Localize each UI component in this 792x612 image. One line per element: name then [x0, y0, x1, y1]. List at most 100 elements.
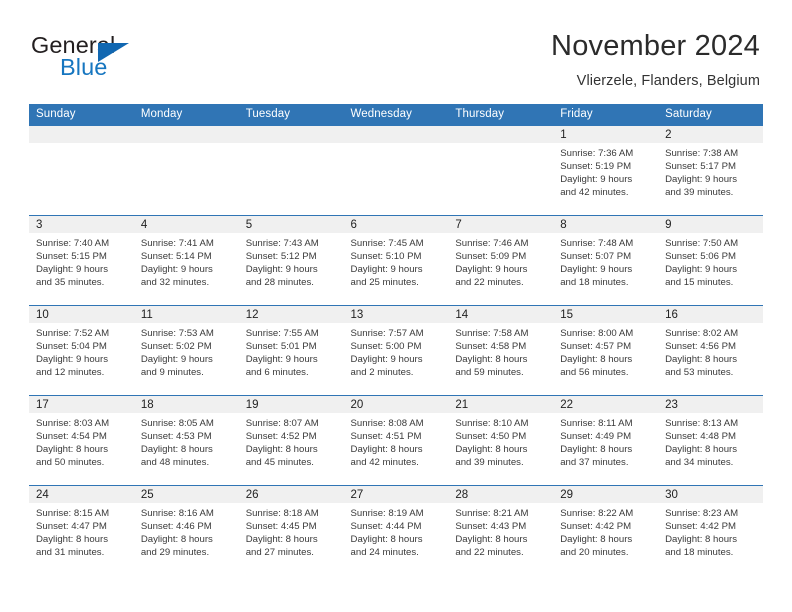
calendar-day-cell[interactable]: 20 Sunrise: 8:08 AM Sunset: 4:51 PM Dayligh… [343, 395, 449, 486]
day-cell-details: Sunrise: 8:08 AM Sunset: 4:51 PM Daylight:… [344, 413, 449, 469]
daylight-text-cont: and 42 minutes. [560, 187, 629, 199]
daylight-text: Daylight: 9 hours [140, 264, 213, 276]
calendar-day-cell[interactable]: 12 Sunrise: 7:55 AM Sunset: 5:01 PM Dayligh… [238, 305, 344, 396]
daylight-text-cont: and 15 minutes. [665, 277, 734, 289]
weekday-header-saturday: Saturday [658, 104, 763, 126]
calendar-day-cell[interactable]: 18 Sunrise: 8:05 AM Sunset: 4:53 PM Dayligh… [133, 395, 239, 486]
calendar-day-cell[interactable]: 7 Sunrise: 7:46 AM Sunset: 5:09 PM Daylight… [448, 215, 554, 306]
day-number: 30 [658, 486, 763, 503]
calendar-day-cell[interactable]: 13 Sunrise: 7:57 AM Sunset: 5:00 PM Dayligh… [343, 305, 449, 396]
sunset-text: Sunset: 5:15 PM [36, 251, 107, 263]
title-block: November 2024 Vlierzele, Flanders, Belgi… [551, 30, 760, 89]
day-cell-details: Sunrise: 8:05 AM Sunset: 4:53 PM Daylight:… [134, 413, 239, 469]
daylight-text: Daylight: 8 hours [560, 534, 633, 546]
daylight-text-cont: and 48 minutes. [140, 457, 210, 469]
calendar-empty-cell [448, 125, 554, 216]
calendar-day-cell[interactable]: 5 Sunrise: 7:43 AM Sunset: 5:12 PM Daylight… [238, 215, 344, 306]
brand-logo[interactable]: General Blue [31, 33, 261, 90]
day-cell-inner: 29 Sunrise: 8:22 AM Sunset: 4:42 PM Dayligh… [553, 486, 659, 575]
day-cell-inner: 2 Sunrise: 7:38 AM Sunset: 5:17 PM Daylight… [658, 126, 763, 215]
calendar-day-cell[interactable]: 28 Sunrise: 8:21 AM Sunset: 4:43 PM Dayligh… [448, 485, 554, 575]
calendar-day-cell[interactable]: 1 Sunrise: 7:36 AM Sunset: 5:19 PM Daylight… [553, 125, 659, 216]
calendar-day-cell[interactable]: 27 Sunrise: 8:19 AM Sunset: 4:44 PM Dayligh… [343, 485, 449, 575]
sunset-text: Sunset: 5:06 PM [665, 251, 736, 263]
calendar-week-row: 24 Sunrise: 8:15 AM Sunset: 4:47 PM Dayligh… [29, 485, 763, 575]
day-number: 17 [29, 396, 134, 413]
day-number: 29 [553, 486, 659, 503]
sunset-text: Sunset: 4:54 PM [36, 431, 107, 443]
calendar-day-cell[interactable]: 11 Sunrise: 7:53 AM Sunset: 5:02 PM Dayligh… [133, 305, 239, 396]
sunset-text: Sunset: 5:19 PM [560, 161, 632, 173]
day-cell-inner: 11 Sunrise: 7:53 AM Sunset: 5:02 PM Dayligh… [133, 306, 239, 395]
sunrise-text: Sunrise: 8:19 AM [350, 508, 424, 519]
sunrise-text: Sunrise: 7:57 AM [350, 328, 424, 339]
day-cell-inner: 9 Sunrise: 7:50 AM Sunset: 5:06 PM Daylight… [658, 216, 763, 305]
day-number: 5 [238, 216, 344, 233]
calendar-day-cell[interactable]: 17 Sunrise: 8:03 AM Sunset: 4:54 PM Dayligh… [29, 395, 134, 486]
daylight-text: Daylight: 8 hours [350, 534, 423, 546]
calendar-day-cell[interactable]: 24 Sunrise: 8:15 AM Sunset: 4:47 PM Dayligh… [29, 485, 134, 575]
day-number [343, 126, 449, 143]
sunrise-text: Sunrise: 8:03 AM [36, 418, 110, 429]
sunset-text: Sunset: 4:58 PM [455, 341, 527, 353]
day-number: 20 [343, 396, 449, 413]
calendar-day-cell[interactable]: 26 Sunrise: 8:18 AM Sunset: 4:45 PM Dayligh… [238, 485, 344, 575]
day-cell-details: Sunrise: 8:15 AM Sunset: 4:47 PM Daylight:… [29, 503, 134, 559]
calendar-day-cell[interactable]: 15 Sunrise: 8:00 AM Sunset: 4:57 PM Dayligh… [553, 305, 659, 396]
daylight-text-cont: and 59 minutes. [455, 367, 524, 379]
sunset-text: Sunset: 4:46 PM [140, 521, 212, 533]
calendar-day-cell[interactable]: 9 Sunrise: 7:50 AM Sunset: 5:06 PM Daylight… [658, 215, 763, 306]
calendar-day-cell[interactable]: 10 Sunrise: 7:52 AM Sunset: 5:04 PM Dayligh… [29, 305, 134, 396]
day-cell-inner: 17 Sunrise: 8:03 AM Sunset: 4:54 PM Dayligh… [29, 396, 134, 485]
day-number: 21 [448, 396, 554, 413]
calendar-day-cell[interactable]: 16 Sunrise: 8:02 AM Sunset: 4:56 PM Dayligh… [658, 305, 763, 396]
day-number [29, 126, 134, 143]
daylight-text-cont: and 39 minutes. [665, 187, 734, 199]
daylight-text-cont: and 37 minutes. [560, 457, 629, 469]
calendar-day-cell[interactable]: 3 Sunrise: 7:40 AM Sunset: 5:15 PM Daylight… [29, 215, 134, 306]
day-cell-inner: 16 Sunrise: 8:02 AM Sunset: 4:56 PM Dayligh… [658, 306, 763, 395]
day-number: 12 [238, 306, 344, 323]
calendar-day-cell[interactable]: 22 Sunrise: 8:11 AM Sunset: 4:49 PM Dayligh… [553, 395, 659, 486]
day-cell-inner: 30 Sunrise: 8:23 AM Sunset: 4:42 PM Dayligh… [658, 486, 763, 575]
sunrise-text: Sunrise: 8:23 AM [665, 508, 739, 519]
day-cell-inner: 8 Sunrise: 7:48 AM Sunset: 5:07 PM Daylight… [553, 216, 659, 305]
sunset-text: Sunset: 5:09 PM [455, 251, 527, 263]
day-cell-details: Sunrise: 8:23 AM Sunset: 4:42 PM Daylight:… [658, 503, 763, 559]
sunrise-text: Sunrise: 8:16 AM [140, 508, 214, 519]
calendar-day-cell[interactable]: 25 Sunrise: 8:16 AM Sunset: 4:46 PM Dayligh… [133, 485, 239, 575]
calendar-day-cell[interactable]: 8 Sunrise: 7:48 AM Sunset: 5:07 PM Daylight… [553, 215, 659, 306]
calendar-empty-cell [343, 125, 449, 216]
calendar-empty-cell [29, 125, 134, 216]
day-cell-inner: 13 Sunrise: 7:57 AM Sunset: 5:00 PM Dayligh… [343, 306, 449, 395]
calendar-day-cell[interactable]: 2 Sunrise: 7:38 AM Sunset: 5:17 PM Daylight… [658, 125, 763, 216]
daylight-text: Daylight: 8 hours [560, 354, 633, 366]
sunrise-text: Sunrise: 7:50 AM [665, 238, 739, 249]
sunset-text: Sunset: 5:07 PM [560, 251, 632, 263]
sunset-text: Sunset: 4:52 PM [245, 431, 317, 443]
sunrise-text: Sunrise: 8:00 AM [560, 328, 634, 339]
day-cell-details: Sunrise: 8:02 AM Sunset: 4:56 PM Daylight:… [658, 323, 763, 379]
calendar-day-cell[interactable]: 14 Sunrise: 7:58 AM Sunset: 4:58 PM Dayligh… [448, 305, 554, 396]
sunset-text: Sunset: 5:01 PM [245, 341, 317, 353]
day-number: 22 [553, 396, 659, 413]
daylight-text-cont: and 53 minutes. [665, 367, 734, 379]
calendar-day-cell[interactable]: 21 Sunrise: 8:10 AM Sunset: 4:50 PM Dayligh… [448, 395, 554, 486]
calendar-day-cell[interactable]: 4 Sunrise: 7:41 AM Sunset: 5:14 PM Daylight… [133, 215, 239, 306]
sunrise-text: Sunrise: 7:52 AM [36, 328, 110, 339]
day-cell-inner: 18 Sunrise: 8:05 AM Sunset: 4:53 PM Dayligh… [133, 396, 239, 485]
sunset-text: Sunset: 4:49 PM [560, 431, 632, 443]
sunrise-text: Sunrise: 8:15 AM [36, 508, 110, 519]
calendar-day-cell[interactable]: 6 Sunrise: 7:45 AM Sunset: 5:10 PM Daylight… [343, 215, 449, 306]
sunrise-text: Sunrise: 7:58 AM [455, 328, 529, 339]
daylight-text-cont: and 9 minutes. [140, 367, 204, 379]
location-subtitle: Vlierzele, Flanders, Belgium [576, 73, 760, 90]
calendar-day-cell[interactable]: 23 Sunrise: 8:13 AM Sunset: 4:48 PM Dayligh… [658, 395, 763, 486]
daylight-text: Daylight: 9 hours [140, 354, 213, 366]
calendar-day-cell[interactable]: 30 Sunrise: 8:23 AM Sunset: 4:42 PM Dayligh… [658, 485, 763, 575]
calendar-day-cell[interactable]: 29 Sunrise: 8:22 AM Sunset: 4:42 PM Dayligh… [553, 485, 659, 575]
day-cell-details: Sunrise: 7:41 AM Sunset: 5:14 PM Daylight:… [134, 233, 239, 289]
daylight-text: Daylight: 9 hours [455, 264, 528, 276]
calendar-day-cell[interactable]: 19 Sunrise: 8:07 AM Sunset: 4:52 PM Dayligh… [238, 395, 344, 486]
day-cell-inner [448, 126, 554, 215]
